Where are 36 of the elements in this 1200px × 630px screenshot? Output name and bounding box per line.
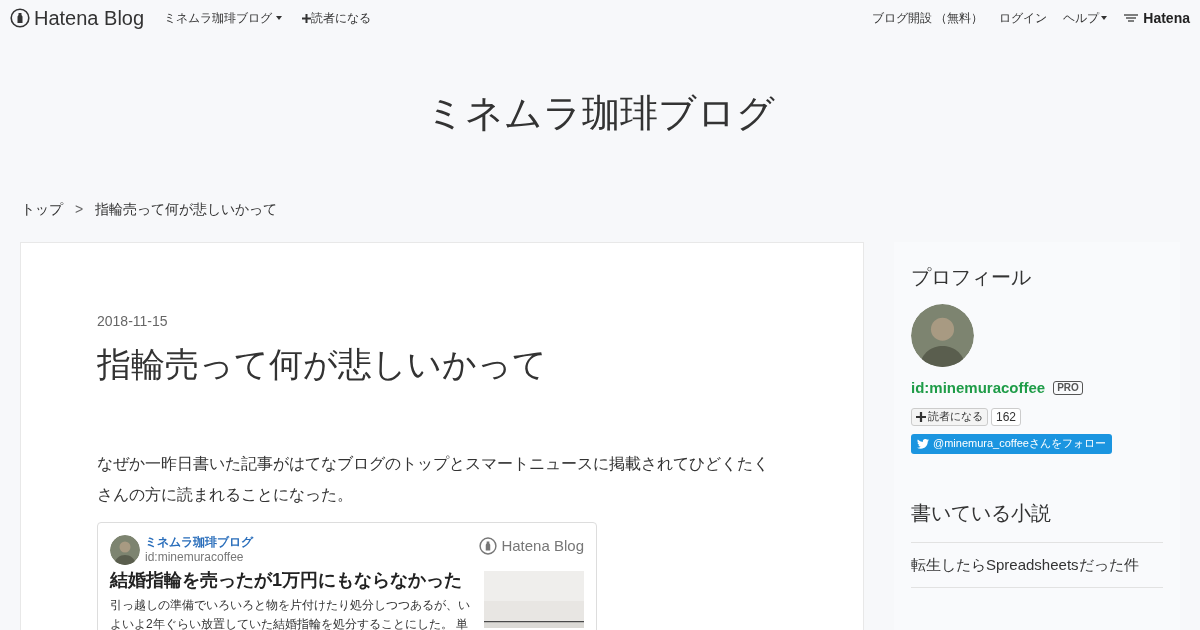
plus-icon [916, 411, 926, 422]
pro-badge: PRO [1053, 381, 1083, 396]
novel-link[interactable]: 転生したらSpreadsheetsだった件 [911, 542, 1163, 588]
caret-icon [276, 16, 283, 20]
hatena-logo-icon [1123, 13, 1140, 23]
avatar[interactable] [110, 535, 140, 565]
card-blog-name[interactable]: ミネムラ珈琲ブログ [145, 535, 253, 550]
plus-icon [302, 13, 312, 23]
card-title[interactable]: 結婚指輪を売ったが1万円にもならなかった [110, 567, 474, 594]
blog-title[interactable]: ミネムラ珈琲ブログ [0, 88, 1200, 138]
logo-text[interactable]: Hatena Blog [501, 535, 584, 558]
card-excerpt: 引っ越しの準備でいろいろと物を片付けたり処分しつつあるが、いよいよ2年ぐらい放置していた結婚指輪を処分することにした。 単 [110, 597, 471, 630]
article-title[interactable]: 指輪売って何が悲しいかって [97, 340, 783, 388]
logo-icon [479, 537, 498, 556]
subscriber-count: 162 [991, 407, 1022, 426]
caret-icon [1101, 16, 1108, 20]
breadcrumb-link[interactable]: 指輪売って何が悲しいかって [95, 199, 278, 220]
logo-text[interactable]: Hatena Blog [34, 3, 145, 33]
blog-card[interactable]: ミネムラ珈琲ブログ id:minemuracoffee Hatena Blog 結婚指輪を売ったが1万円にもならなかった 引っ越しの準備でいろいろと物を片付けたり処分しつつあるが、いよいよ2年ぐらい放置していた結婚指輪を処分することにした。 単 [97, 522, 597, 630]
blog-menu[interactable]: ミネムラ珈琲ブログ [164, 9, 283, 27]
profile-heading: プロフィール [911, 265, 1032, 290]
nav-link[interactable]: ログイン [999, 9, 1048, 27]
nav-link[interactable]: ブログ開設 （無料） [871, 9, 984, 27]
card-user-id: id:minemuracoffee [145, 550, 245, 565]
article-paragraph: なぜか一昨日書いた記事がはてなブログのトップとスマートニュースに掲載されてひどくたくさんの方に読まれることになった。 [97, 454, 770, 505]
novels-heading: 書いている小説 [911, 497, 1163, 543]
breadcrumb-link[interactable]: トップ [21, 199, 63, 220]
logo-icon [10, 8, 30, 28]
bird-icon [917, 438, 929, 449]
breadcrumb-separator: > [75, 200, 84, 219]
article-date: 2018-11-15 [97, 312, 169, 331]
subscribe-link[interactable]: 読者になる [302, 9, 372, 27]
subscribe-button[interactable]: 読者になる [911, 407, 988, 426]
nav-link[interactable]: ヘルプ [1063, 9, 1108, 27]
avatar[interactable] [911, 304, 974, 367]
hatena-brand[interactable]: Hatena [1143, 7, 1190, 29]
